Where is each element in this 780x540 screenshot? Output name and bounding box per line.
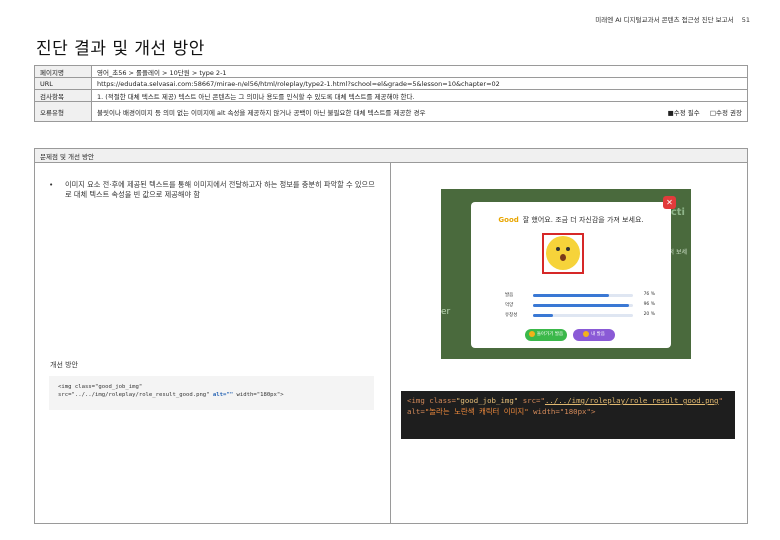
mine-icon bbox=[583, 330, 590, 337]
surprised-character-icon bbox=[546, 236, 580, 270]
error-cell: 불릿이나 배경이미지 등 의미 없는 이미지에 alt 속성을 제공하지 않거나… bbox=[91, 101, 748, 122]
severity-recommended: □수정 권장 bbox=[709, 108, 742, 117]
orig-code-width: width="180px"> bbox=[528, 406, 596, 416]
score-percent: 76 % bbox=[643, 292, 655, 297]
improved-code-line2: src="../../img/roleplay/role_result_good… bbox=[58, 391, 365, 399]
info-row-check: 검사항목 1. (적절한 대체 텍스트 제공) 텍스트 아닌 콘텐츠는 그 의미… bbox=[34, 89, 748, 102]
severity-required: ■수정 필수 bbox=[667, 108, 700, 117]
character-eye-right bbox=[566, 247, 570, 251]
score-fill bbox=[533, 304, 629, 307]
page-title: 진단 결과 및 개선 방안 bbox=[36, 39, 205, 59]
result-modal: ✕ Good 잘 했어요. 조금 더 자신감을 가져 보세요. 발음 76 % 억양 9… bbox=[471, 196, 676, 348]
retry-button[interactable]: 돌아가기 발음 bbox=[525, 329, 567, 341]
url-label: URL bbox=[34, 77, 92, 90]
orig-code-src-attr: src=" bbox=[518, 396, 545, 405]
score-track bbox=[533, 294, 633, 297]
error-value: 불릿이나 배경이미지 등 의미 없는 이미지에 alt 속성을 제공하지 않거나… bbox=[97, 108, 426, 117]
page-name-value: 영어_초56 > 롤플레이 > 10단원 > type 2-1 bbox=[91, 65, 748, 78]
problem-header: 문제점 및 개선 방안 bbox=[35, 149, 747, 163]
score-row: 유창성 20 % bbox=[505, 312, 655, 320]
score-fill bbox=[533, 314, 553, 317]
problem-bullet: • 이미지 요소 전·후에 제공된 텍스트를 통해 이미지에서 전달하고자 하는… bbox=[49, 180, 379, 201]
bullet-text: 이미지 요소 전·후에 제공된 텍스트를 통해 이미지에서 전달하고자 하는 정… bbox=[65, 180, 375, 200]
severity-group: ■수정 필수 □수정 권장 bbox=[660, 107, 742, 117]
error-label: 오류유형 bbox=[34, 101, 92, 122]
report-header: 미래엔 AI 디지털교과서 콘텐츠 접근성 진단 보고서 51 bbox=[595, 14, 750, 24]
problem-right-column: icti 적 보세 er ✕ Good 잘 했어요. 조금 더 자신감을 가져 보… bbox=[391, 163, 747, 524]
info-row-error: 오류유형 불릿이나 배경이미지 등 의미 없는 이미지에 alt 속성을 제공하… bbox=[34, 101, 748, 122]
improved-code-box: <img class="good_job_img" src="../../img… bbox=[49, 376, 374, 410]
score-label: 유창성 bbox=[505, 313, 518, 318]
improved-code-line1: <img class="good_job_img" bbox=[58, 384, 143, 390]
my-pronunciation-label: 내 발음 bbox=[591, 332, 605, 337]
original-code-box: <img class="good_job_img" src="../../img… bbox=[401, 391, 735, 439]
score-percent: 20 % bbox=[643, 312, 655, 317]
bullet-dot-icon: • bbox=[49, 180, 54, 189]
problem-left-column: • 이미지 요소 전·후에 제공된 텍스트를 통해 이미지에서 전달하고자 하는… bbox=[35, 163, 391, 524]
url-value: https://edudata.selvasai.com:58667/mirae… bbox=[91, 77, 748, 90]
info-row-page: 페이지명 영어_초56 > 롤플레이 > 10단원 > type 2-1 bbox=[34, 65, 748, 78]
score-track bbox=[533, 304, 633, 307]
improve-label: 개선 방안 bbox=[50, 361, 78, 369]
bg-text-left: er bbox=[441, 307, 451, 317]
info-row-url: URL https://edudata.selvasai.com:58667/m… bbox=[34, 77, 748, 90]
code-alt-attr: alt="" bbox=[212, 392, 234, 399]
report-title: 미래엔 AI 디지털교과서 콘텐츠 접근성 진단 보고서 bbox=[595, 16, 734, 24]
page-number: 51 bbox=[741, 16, 750, 24]
good-label: Good bbox=[498, 216, 519, 224]
info-table: 페이지명 영어_초56 > 롤플레이 > 10단원 > type 2-1 URL… bbox=[34, 65, 748, 122]
page-name-label: 페이지명 bbox=[34, 65, 92, 78]
modal-message: 잘 했어요. 조금 더 자신감을 가져 보세요. bbox=[522, 216, 644, 224]
problem-columns: • 이미지 요소 전·후에 제공된 텍스트를 통해 이미지에서 전달하고자 하는… bbox=[35, 163, 747, 524]
score-label: 발음 bbox=[505, 293, 514, 298]
score-track bbox=[533, 314, 633, 317]
code-width: width="180px"> bbox=[233, 392, 284, 399]
check-value: 1. (적절한 대체 텍스트 제공) 텍스트 아닌 콘텐츠는 그 의미나 용도를… bbox=[91, 89, 748, 102]
character-highlight-box bbox=[542, 233, 584, 274]
score-label: 억양 bbox=[505, 303, 514, 308]
bg-text-side: 적 보세 bbox=[668, 249, 687, 256]
character-mouth bbox=[560, 254, 566, 261]
check-label: 검사항목 bbox=[34, 89, 92, 102]
score-percent: 96 % bbox=[643, 302, 655, 307]
score-row: 발음 76 % bbox=[505, 292, 655, 300]
modal-title: Good 잘 했어요. 조금 더 자신감을 가져 보세요. bbox=[471, 215, 671, 225]
code-src: src="../../img/roleplay/role_result_good… bbox=[58, 392, 213, 399]
app-screenshot: icti 적 보세 er ✕ Good 잘 했어요. 조금 더 자신감을 가져 보… bbox=[441, 189, 691, 359]
orig-code-path: ../../img/roleplay/role_result_good.png bbox=[544, 396, 719, 405]
my-pronunciation-button[interactable]: 내 발음 bbox=[573, 329, 615, 341]
orig-code-tag: <img class= bbox=[407, 396, 456, 405]
score-row: 억양 96 % bbox=[505, 302, 655, 310]
close-icon[interactable]: ✕ bbox=[663, 196, 676, 209]
score-fill bbox=[533, 294, 609, 297]
retry-icon bbox=[528, 330, 535, 337]
problem-section: 문제점 및 개선 방안 • 이미지 요소 전·후에 제공된 텍스트를 통해 이미… bbox=[34, 148, 748, 524]
orig-code-alt-value: "놀라는 노란색 캐릭터 이미지" bbox=[424, 406, 529, 416]
retry-button-label: 돌아가기 발음 bbox=[536, 332, 564, 337]
orig-code-class: "good_job_img" bbox=[455, 396, 519, 405]
character-eye-left bbox=[556, 247, 560, 251]
